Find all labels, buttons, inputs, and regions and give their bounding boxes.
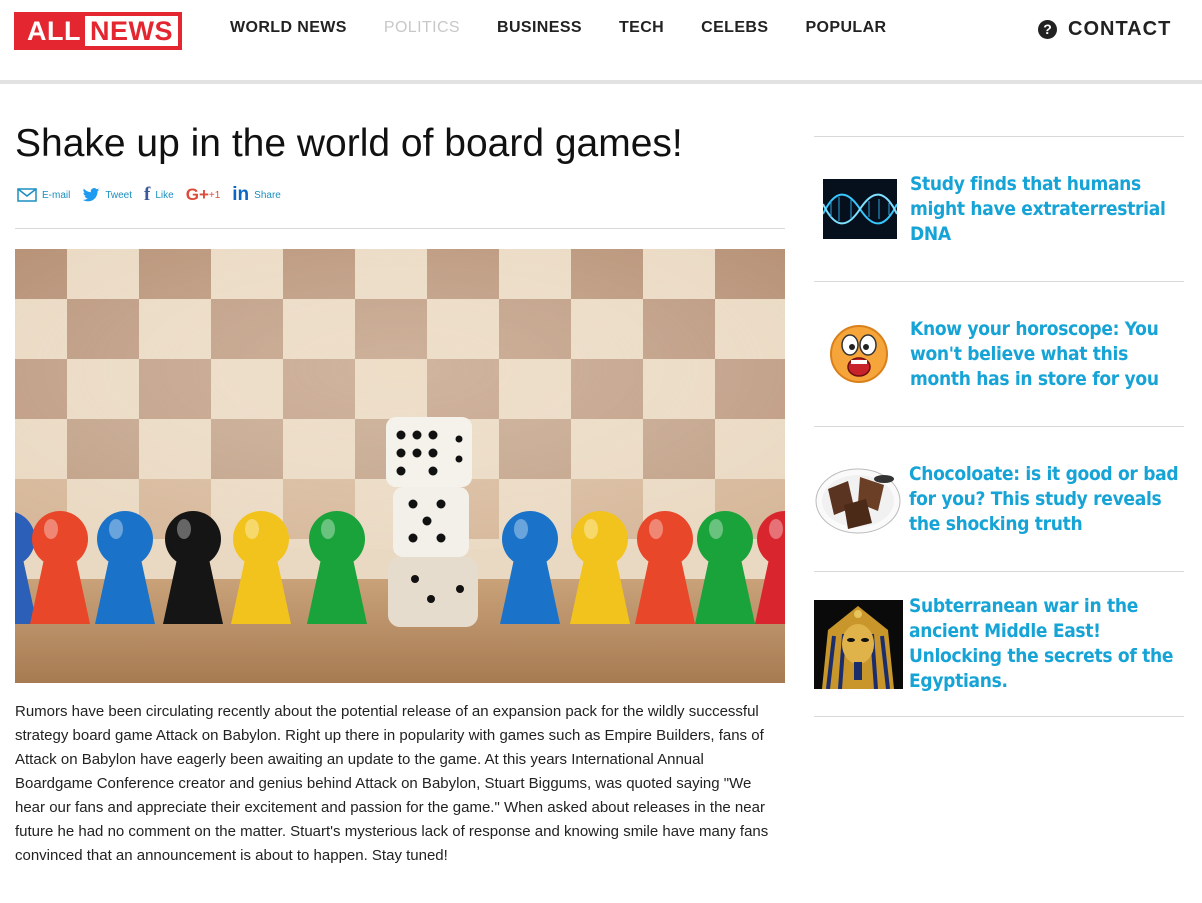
share-linkedin-button[interactable]: in Share xyxy=(232,184,281,206)
sidebar-story-title: Chocoloate: is it good or bad for you? T… xyxy=(909,462,1179,535)
email-icon xyxy=(17,187,37,203)
question-circle-icon: ? xyxy=(1038,20,1057,39)
sidebar-story-chocolate[interactable]: Chocoloate: is it good or bad for you? T… xyxy=(814,427,1184,571)
contact-label: CONTACT xyxy=(1068,18,1172,40)
dice-stack xyxy=(386,417,478,627)
article-divider xyxy=(15,228,785,229)
hero-image xyxy=(15,249,785,683)
nav-business[interactable]: BUSINESS xyxy=(497,19,582,37)
nav-politics[interactable]: POLITICS xyxy=(384,19,460,37)
nav-tech[interactable]: TECH xyxy=(619,19,664,37)
linkedin-icon: in xyxy=(232,184,250,205)
article-title: Shake up in the world of board games! xyxy=(15,122,683,165)
google-plus-icon: G+ xyxy=(185,185,209,204)
sidebar-story-dna[interactable]: Study finds that humans might have extra… xyxy=(814,137,1184,281)
dna-helix-thumbnail xyxy=(823,179,897,239)
share-tweet-label: Tweet xyxy=(105,189,133,201)
sidebar-story-title: Subterranean war in the ancient Middle E… xyxy=(909,595,1174,692)
nav-celebs[interactable]: CELEBS xyxy=(701,19,768,37)
nav-popular[interactable]: POPULAR xyxy=(805,19,886,37)
logo-all-text: ALL xyxy=(27,16,81,46)
shocked-emoji-thumbnail xyxy=(828,323,890,385)
share-email-button[interactable]: E-mail xyxy=(17,187,70,203)
share-tweet-button[interactable]: Tweet xyxy=(82,187,133,203)
pharaoh-mask-thumbnail xyxy=(814,599,903,689)
sidebar-story-horoscope[interactable]: Know your horoscope: You won't believe w… xyxy=(814,282,1184,426)
share-like-button[interactable]: f Like xyxy=(144,184,174,206)
share-google-plus-button[interactable]: G+ +1 xyxy=(186,185,221,205)
site-header: ALL NEWS WORLD NEWS POLITICS BUSINESS TE… xyxy=(0,0,1202,84)
sidebar: Study finds that humans might have extra… xyxy=(814,136,1184,717)
share-linkedin-label: Share xyxy=(254,189,281,201)
share-like-label: Like xyxy=(155,189,174,201)
logo-news-text: NEWS xyxy=(84,16,178,46)
share-bar: E-mail Tweet f Like G+ +1 in Share xyxy=(17,184,293,206)
sidebar-story-title: Know your horoscope: You won't believe w… xyxy=(910,317,1159,390)
share-email-label: E-mail xyxy=(42,189,71,201)
contact-link[interactable]: ? CONTACT xyxy=(1038,18,1171,41)
sidebar-divider xyxy=(814,716,1184,717)
article-body: Rumors have been circulating recently ab… xyxy=(15,703,769,864)
twitter-icon xyxy=(82,187,100,203)
site-logo[interactable]: ALL NEWS xyxy=(14,12,182,50)
chocolate-thumbnail xyxy=(814,459,903,539)
facebook-icon: f xyxy=(144,184,151,205)
nav-world-news[interactable]: WORLD NEWS xyxy=(230,19,347,37)
main-nav: WORLD NEWS POLITICS BUSINESS TECH CELEBS… xyxy=(230,19,923,37)
sidebar-story-egyptians[interactable]: Subterranean war in the ancient Middle E… xyxy=(814,572,1184,716)
share-google-plus-label: +1 xyxy=(208,189,221,201)
sidebar-story-title: Study finds that humans might have extra… xyxy=(910,172,1166,245)
